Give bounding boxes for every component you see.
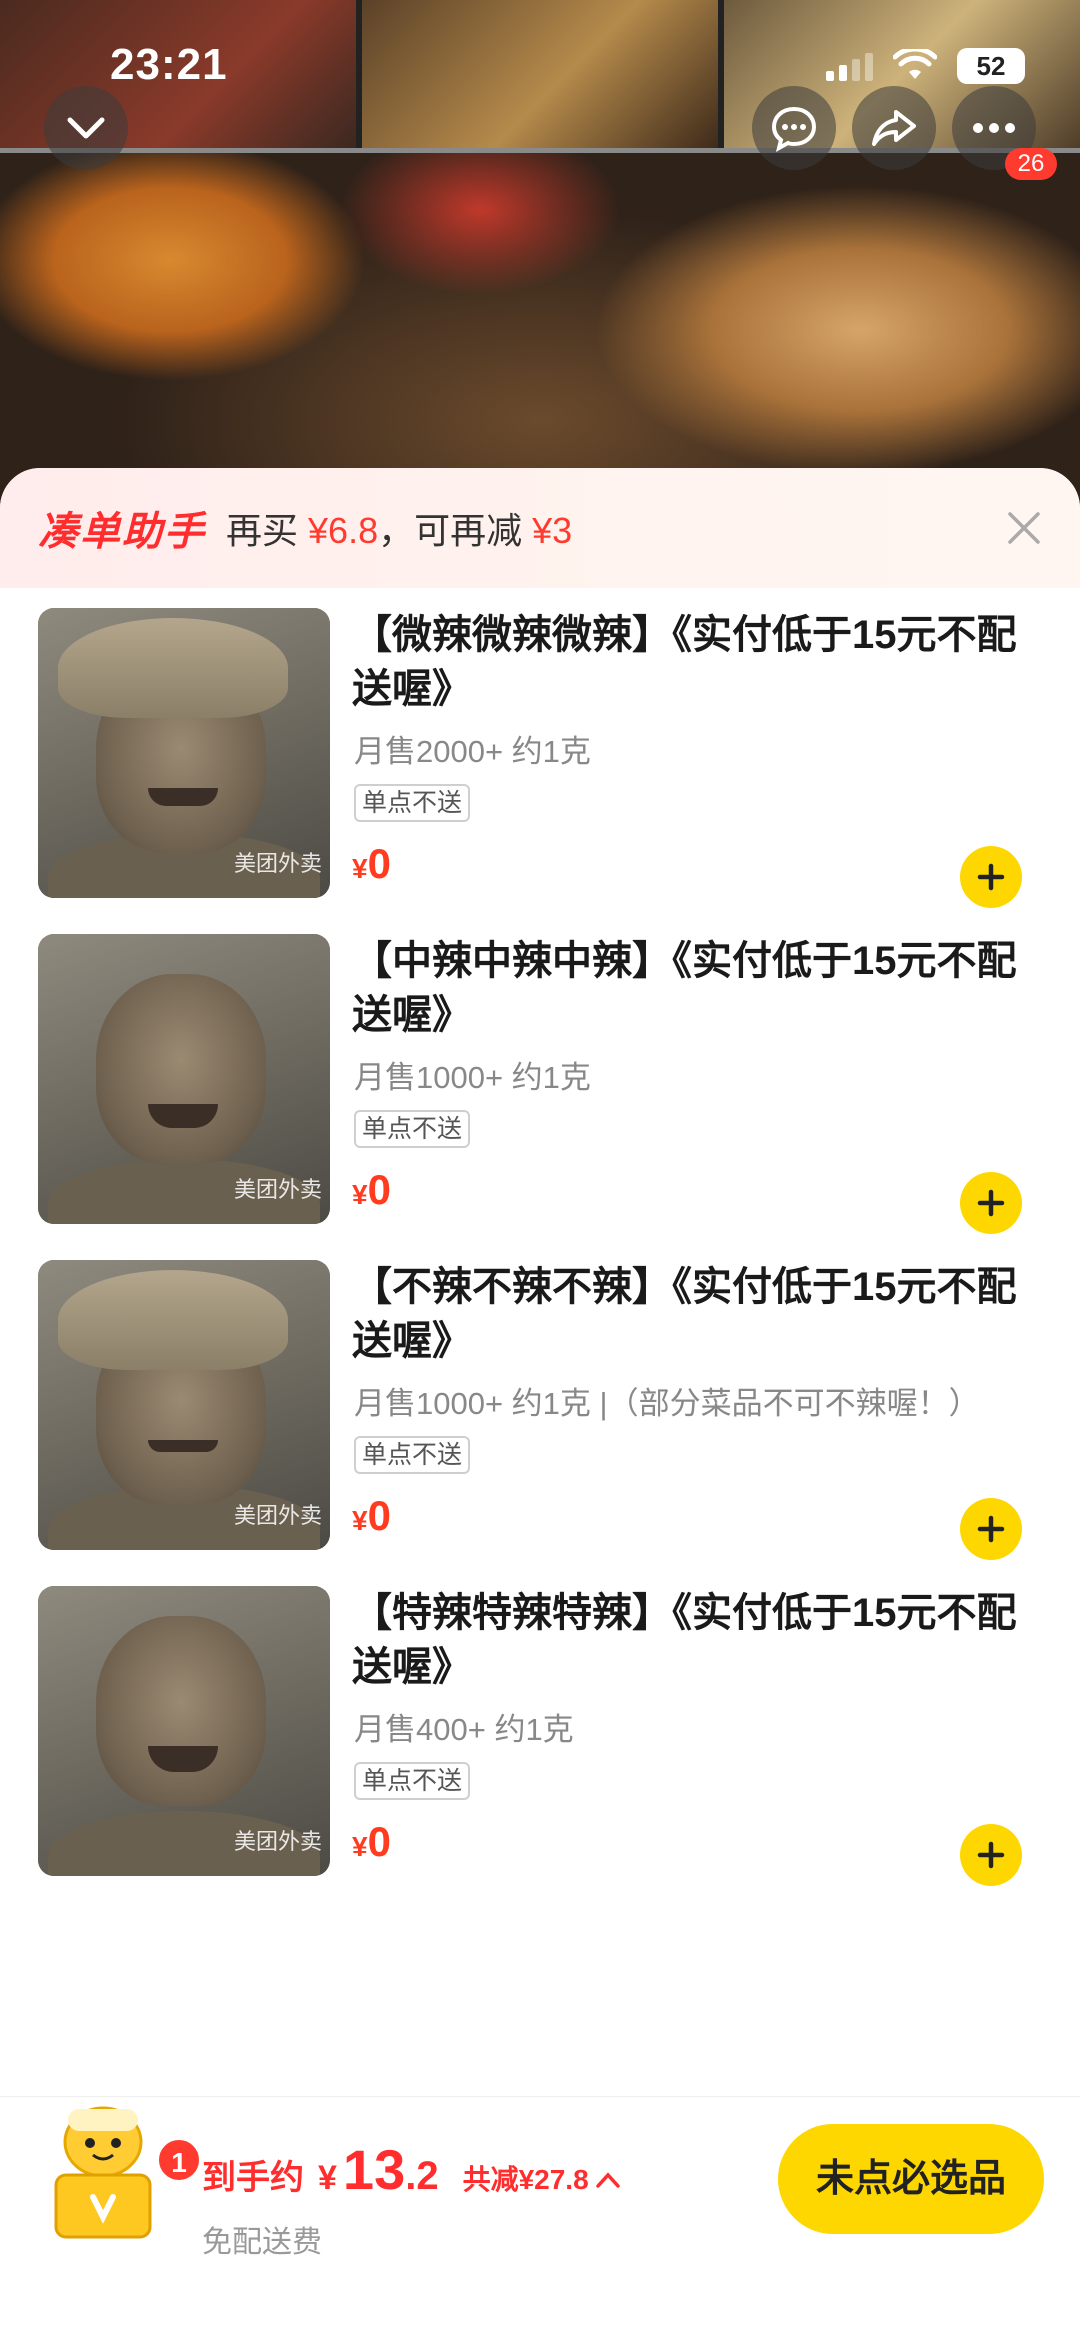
chat-icon (771, 106, 817, 152)
status-badge: 单点不送 (354, 1110, 471, 1148)
collapse-button[interactable] (44, 86, 128, 170)
status-icons: 52 (826, 48, 1025, 84)
watermark: 美团外卖 (233, 851, 322, 876)
list-item[interactable]: 美团外卖 【特辣特辣特辣】《实付低于15元不配送喔》 月售400+ 约1克 单点… (0, 1586, 1080, 1912)
cart-button[interactable]: 1 (38, 2087, 202, 2247)
close-icon[interactable] (1004, 508, 1044, 548)
currency-symbol: ¥ (352, 1505, 368, 1536)
product-note: |（部分菜品不可不辣喔！） (599, 1386, 980, 1421)
sales-info: 月售1000+ 约1克 (354, 1386, 591, 1421)
product-price: ¥0 (352, 840, 391, 888)
status-badge: 单点不送 (354, 784, 471, 822)
product-meta: 月售1000+ 约1克 (354, 1052, 591, 1097)
product-title[interactable]: 【不辣不辣不辣】《实付低于15元不配送喔》 (352, 1260, 1042, 1368)
product-meta: 月售2000+ 约1克 (354, 726, 591, 771)
currency-symbol: ¥ (352, 853, 368, 884)
product-image[interactable]: 美团外卖 (38, 608, 330, 898)
currency-symbol: ¥ (352, 1179, 368, 1210)
product-price: ¥0 (352, 1818, 391, 1866)
add-to-cart-button[interactable] (960, 1172, 1022, 1234)
more-icon (973, 123, 1015, 133)
list-item[interactable]: 美团外卖 【不辣不辣不辣】《实付低于15元不配送喔》 月售1000+ 约1克 |… (0, 1260, 1080, 1586)
product-image[interactable]: 美团外卖 (38, 1586, 330, 1876)
list-item[interactable]: 美团外卖 【微辣微辣微辣】《实付低于15元不配送喔》 月售2000+ 约1克 单… (0, 608, 1080, 934)
watermark: 美团外卖 (233, 1829, 322, 1854)
watermark: 美团外卖 (233, 1503, 322, 1528)
battery-icon: 52 (957, 48, 1025, 84)
plus-icon (977, 1841, 1005, 1869)
status-time: 23:21 (110, 40, 228, 89)
chevron-up-icon[interactable] (595, 2171, 621, 2189)
product-meta: 月售1000+ 约1克 |（部分菜品不可不辣喔！） (354, 1378, 980, 1423)
product-list: 美团外卖 【微辣微辣微辣】《实付低于15元不配送喔》 月售2000+ 约1克 单… (0, 588, 1080, 1912)
assistant-prefix: 再买 (226, 510, 299, 551)
assistant-message: 再买 ¥6.8，可再减 ¥3 (226, 502, 572, 554)
delivery-fee-text: 免配送费 (202, 2226, 322, 2259)
add-on-sheet: 凑单助手 再买 ¥6.8，可再减 ¥3 美团外卖 【微辣微辣微辣】《实付低于15… (0, 468, 1080, 2337)
notification-badge: 26 (1005, 148, 1057, 180)
add-on-assistant-bar: 凑单助手 再买 ¥6.8，可再减 ¥3 (0, 468, 1080, 588)
banner-tile (362, 0, 718, 150)
price-value: 0 (367, 1492, 391, 1539)
product-image[interactable]: 美团外卖 (38, 1260, 330, 1550)
signal-icon (826, 51, 873, 81)
plus-icon (977, 863, 1005, 891)
plus-icon (977, 1515, 1005, 1543)
add-to-cart-button[interactable] (960, 1498, 1022, 1560)
status-badge: 单点不送 (354, 1436, 471, 1474)
product-title[interactable]: 【特辣特辣特辣】《实付低于15元不配送喔》 (352, 1586, 1042, 1694)
price-value: 0 (367, 1818, 391, 1865)
list-item[interactable]: 美团外卖 【中辣中辣中辣】《实付低于15元不配送喔》 月售1000+ 约1克 单… (0, 934, 1080, 1260)
price-value: 0 (367, 1166, 391, 1213)
total-label: 到手约 (202, 2159, 304, 2197)
chat-button[interactable] (752, 86, 836, 170)
product-title[interactable]: 【中辣中辣中辣】《实付低于15元不配送喔》 (352, 934, 1042, 1042)
total-integer: 13 (342, 2138, 406, 2201)
sales-info: 月售2000+ 约1克 (354, 734, 591, 769)
currency-symbol: ¥ (318, 2159, 337, 2197)
plus-icon (977, 1189, 1005, 1217)
checkout-bar: 1 到手约 ¥ 13 .2 共减¥27.8 免配送费 未点必选品 (0, 2096, 1080, 2337)
assistant-mid: ，可再减 (378, 510, 523, 551)
assistant-logo: 凑单助手 (38, 510, 206, 554)
product-price: ¥0 (352, 1166, 391, 1214)
product-title[interactable]: 【微辣微辣微辣】《实付低于15元不配送喔》 (352, 608, 1042, 716)
share-icon (872, 110, 916, 146)
chevron-down-icon (67, 117, 105, 139)
status-badge: 单点不送 (354, 1762, 471, 1800)
product-meta: 月售400+ 约1克 (354, 1704, 574, 1749)
sales-info: 月售1000+ 约1克 (354, 1060, 591, 1095)
price-value: 0 (367, 840, 391, 887)
product-price: ¥0 (352, 1492, 391, 1540)
assistant-discount: ¥3 (532, 510, 573, 551)
savings-text: 共减¥27.8 (462, 2164, 589, 2195)
assistant-amount: ¥6.8 (308, 510, 379, 551)
add-to-cart-button[interactable] (960, 1824, 1022, 1886)
sales-info: 月售400+ 约1克 (354, 1712, 574, 1747)
currency-symbol: ¥ (352, 1831, 368, 1862)
share-button[interactable] (852, 86, 936, 170)
total-price[interactable]: 到手约 ¥ 13 .2 共减¥27.8 (202, 2137, 621, 2202)
checkout-button[interactable]: 未点必选品 (778, 2124, 1044, 2234)
add-to-cart-button[interactable] (960, 846, 1022, 908)
watermark: 美团外卖 (233, 1177, 322, 1202)
total-decimal: .2 (405, 2154, 439, 2198)
product-image[interactable]: 美团外卖 (38, 934, 330, 1224)
cart-count-badge: 1 (156, 2137, 202, 2183)
cart-mascot-icon (54, 2106, 152, 2239)
wifi-icon (893, 49, 937, 79)
